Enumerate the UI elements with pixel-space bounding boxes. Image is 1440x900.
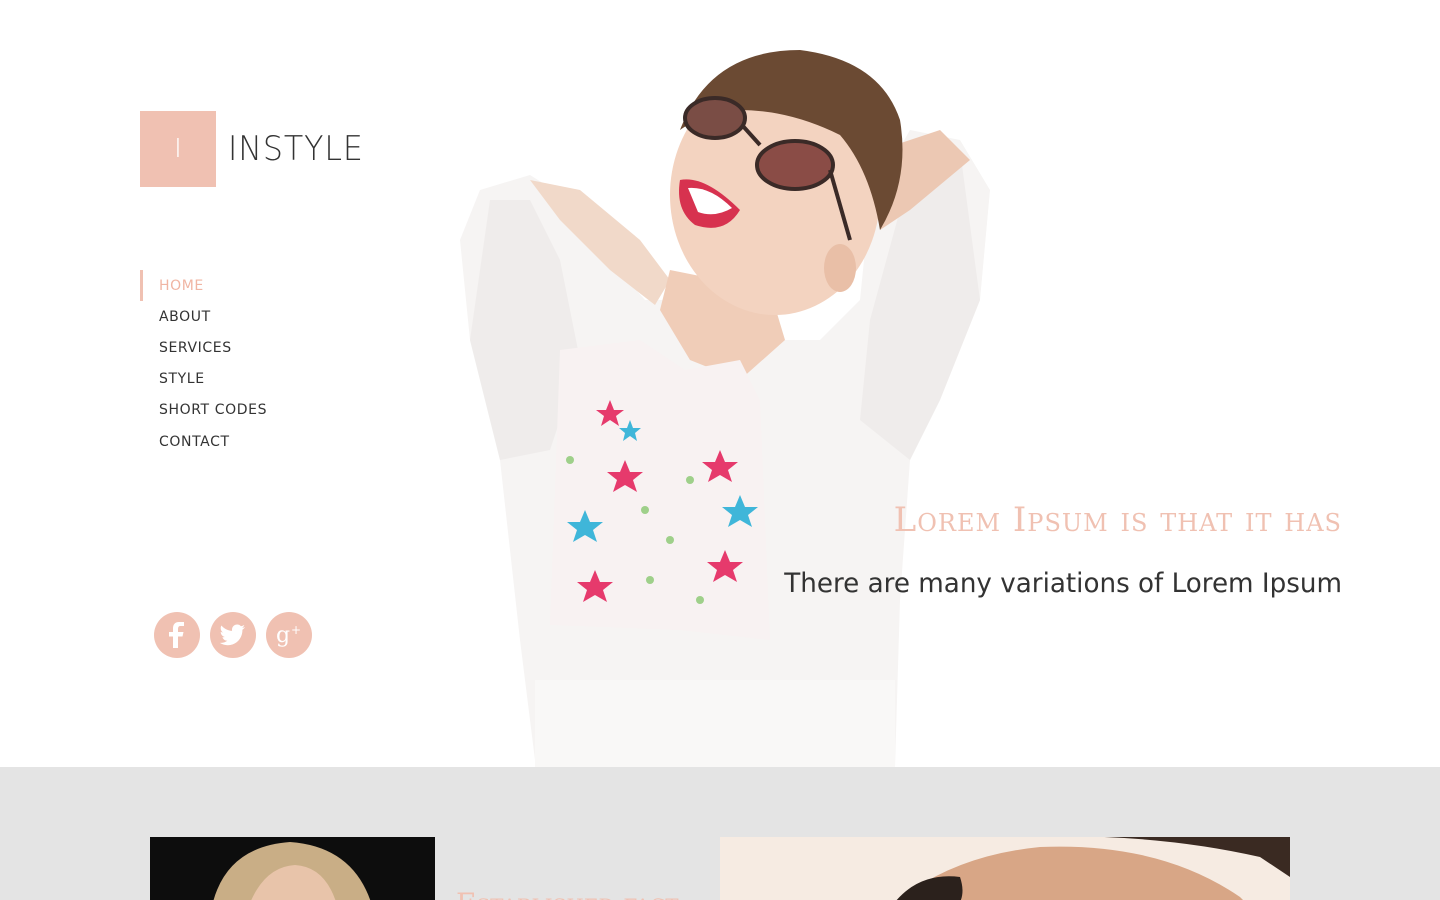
- nav-item-about[interactable]: ABOUT: [140, 301, 267, 332]
- blonde-woman-image: [150, 837, 435, 900]
- nav-item-services[interactable]: SERVICES: [140, 332, 267, 363]
- nav-item-style[interactable]: STYLE: [140, 364, 267, 395]
- woman-sunglasses-image: [720, 837, 1290, 900]
- svg-text:+: +: [291, 623, 301, 637]
- logo-mark: I: [140, 111, 216, 187]
- svg-text:g: g: [276, 623, 290, 647]
- facebook-icon[interactable]: [154, 612, 200, 658]
- section-heading: Established fact: [456, 887, 679, 900]
- hero-image: [460, 50, 990, 767]
- social-links: g +: [154, 612, 312, 658]
- logo[interactable]: I INSTYLE: [140, 111, 374, 187]
- logo-text: INSTYLE: [228, 129, 364, 169]
- features-section: Established fact: [0, 767, 1440, 900]
- main-nav: HOME ABOUT SERVICES STYLE SHORT CODES CO…: [140, 270, 267, 457]
- nav-item-contact[interactable]: CONTACT: [140, 426, 267, 457]
- google-plus-icon[interactable]: g +: [266, 612, 312, 658]
- twitter-icon[interactable]: [210, 612, 256, 658]
- hero-section: I INSTYLE HOME ABOUT SERVICES STYLE SHOR…: [0, 0, 1440, 767]
- hero-heading: Lorem Ipsum is that it has: [893, 500, 1342, 540]
- nav-item-home[interactable]: HOME: [140, 270, 267, 302]
- hero-subheading: There are many variations of Lorem Ipsum: [784, 568, 1342, 599]
- nav-item-short-codes[interactable]: SHORT CODES: [140, 395, 267, 426]
